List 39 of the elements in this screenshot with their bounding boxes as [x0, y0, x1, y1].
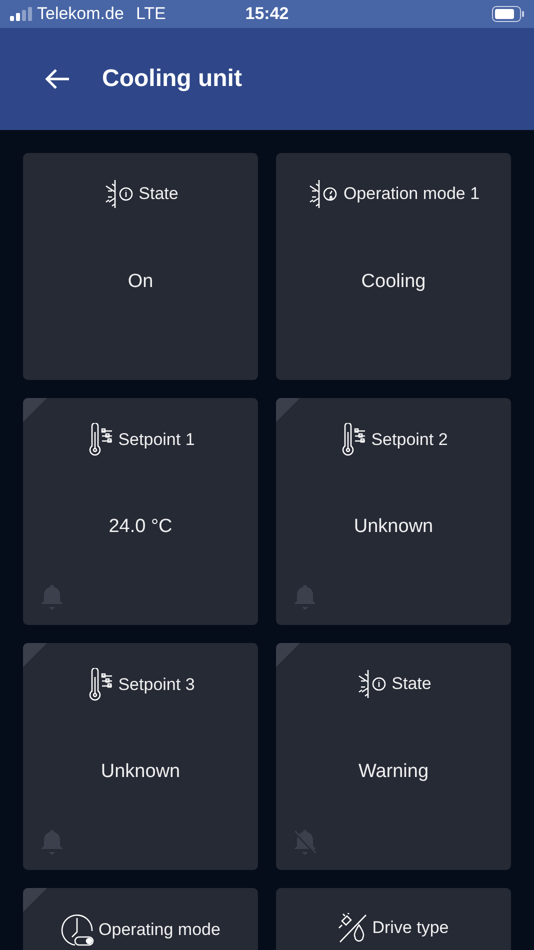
snowflake-gauge-icon — [307, 178, 340, 210]
tile-card[interactable]: Operation mode 1 Cooling — [276, 153, 511, 380]
tile-title: Setpoint 2 — [371, 430, 448, 450]
tile-value: Cooling — [361, 271, 426, 293]
corner-marker — [276, 643, 300, 667]
tile-card[interactable]: Setpoint 1 24.0 °C — [23, 398, 258, 625]
tile-title: Setpoint 1 — [118, 430, 195, 450]
tile-title: State — [138, 184, 178, 204]
clock-toggle-icon — [60, 913, 95, 947]
plug-drop-icon — [338, 913, 368, 943]
tile-card[interactable]: Drive type — [276, 888, 511, 950]
corner-marker — [23, 398, 47, 422]
clock-time: 15:42 — [245, 4, 289, 24]
tile-value: Warning — [358, 761, 429, 783]
back-arrow-icon — [44, 68, 70, 90]
tile-card[interactable]: Setpoint 3 Unknown — [23, 643, 258, 870]
tile-card[interactable]: Operating mode — [23, 888, 258, 950]
tile-title: Operating mode — [98, 920, 220, 940]
carrier-name: Telekom.de — [37, 4, 124, 24]
corner-marker — [23, 888, 47, 912]
back-button[interactable] — [44, 68, 70, 90]
tile-value: On — [128, 271, 154, 293]
corner-marker — [23, 643, 47, 667]
page-title: Cooling unit — [102, 65, 242, 93]
bell-muted-icon[interactable] — [294, 828, 316, 856]
corner-marker — [276, 398, 300, 422]
tile-title: Drive type — [372, 918, 449, 938]
signal-icon — [10, 7, 32, 21]
tile-card[interactable]: State On — [23, 153, 258, 380]
tile-value: Unknown — [100, 761, 180, 783]
tile-title: State — [392, 674, 432, 694]
network-type: LTE — [136, 4, 166, 24]
tile-card[interactable]: Setpoint 2 Unknown — [276, 398, 511, 625]
tile-card[interactable]: State Warning — [276, 643, 511, 870]
battery-icon — [492, 6, 524, 22]
tile-title: Setpoint 3 — [118, 675, 195, 695]
tile-title: Operation mode 1 — [343, 184, 480, 204]
tile-value: Unknown — [354, 516, 434, 538]
tile-value: 24.0 °C — [108, 516, 172, 538]
